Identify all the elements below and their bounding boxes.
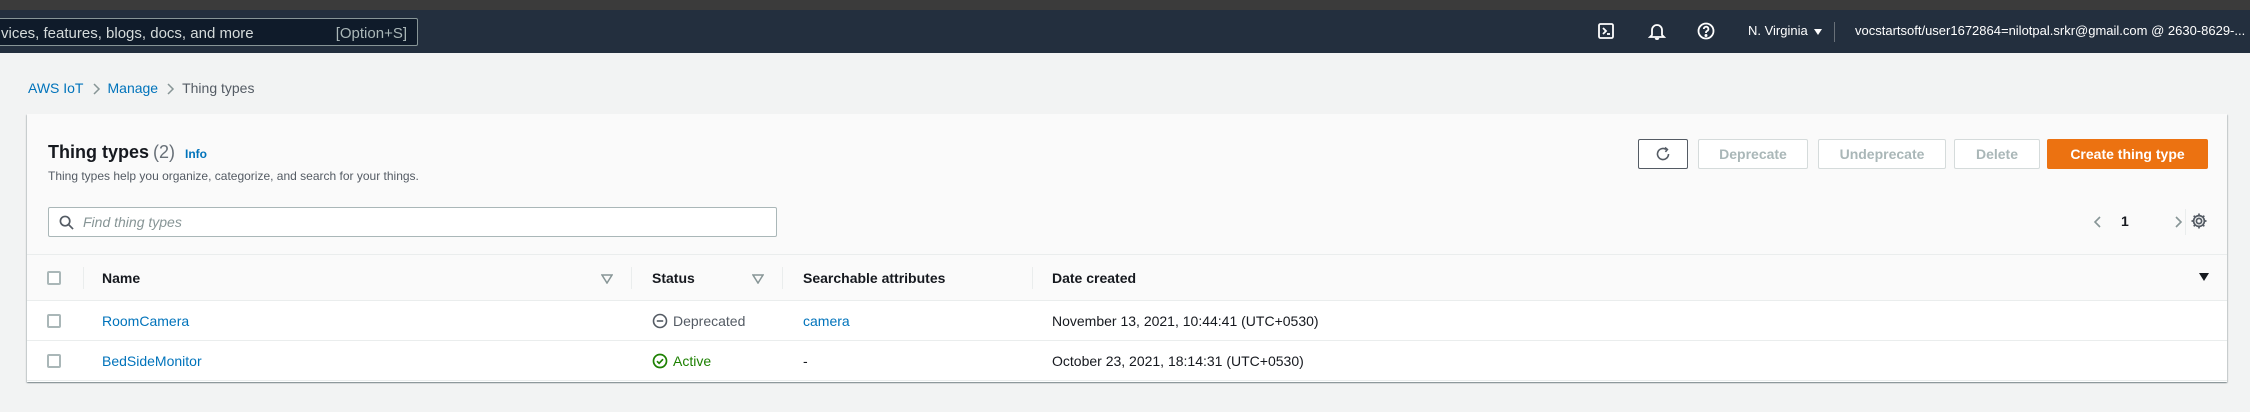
- current-page-number[interactable]: 1: [2121, 213, 2129, 229]
- account-label: vocstartsoft/user1672864=nilotpal.srkr@g…: [1855, 23, 2246, 38]
- refresh-button[interactable]: [1638, 139, 1688, 169]
- panel-description: Thing types help you organize, categoriz…: [48, 169, 419, 183]
- thing-type-name-link[interactable]: RoomCamera: [102, 313, 189, 329]
- top-navigation-bar: vices, features, blogs, docs, and more […: [0, 10, 2250, 53]
- table-row[interactable]: BedSideMonitor Active - October 23, 2021…: [27, 341, 2227, 381]
- status-text: Deprecated: [673, 313, 746, 329]
- undeprecate-button[interactable]: Undeprecate: [1818, 139, 1946, 169]
- thing-type-name-link[interactable]: BedSideMonitor: [102, 353, 202, 369]
- column-header-status[interactable]: Status: [652, 270, 695, 286]
- global-search-input[interactable]: vices, features, blogs, docs, and more […: [0, 18, 418, 46]
- date-created: October 23, 2021, 18:14:31 (UTC+0530): [1052, 353, 1304, 369]
- row-checkbox[interactable]: [47, 354, 61, 368]
- find-thing-types-input[interactable]: [83, 212, 763, 232]
- account-menu[interactable]: vocstartsoft/user1672864=nilotpal.srkr@g…: [1855, 23, 2250, 38]
- delete-button[interactable]: Delete: [1954, 139, 2040, 169]
- column-divider: [782, 267, 783, 289]
- cloudshell-icon[interactable]: [1596, 21, 1616, 41]
- panel-header: Thing types (2) Info Thing types help you …: [27, 114, 2227, 254]
- column-header-name[interactable]: Name: [102, 270, 140, 286]
- deprecate-button[interactable]: Deprecate: [1698, 139, 1808, 169]
- sort-icon[interactable]: [752, 274, 764, 284]
- next-page-button[interactable]: [2171, 211, 2185, 233]
- searchable-attributes: -: [803, 353, 808, 369]
- chevron-right-icon: [84, 80, 108, 96]
- info-link[interactable]: Info: [185, 147, 207, 161]
- search-shortcut: [Option+S]: [335, 25, 407, 42]
- breadcrumb-item-aws-iot[interactable]: AWS IoT: [28, 80, 84, 96]
- breadcrumb-current: Thing types: [182, 80, 255, 96]
- select-all-checkbox[interactable]: [47, 271, 61, 285]
- searchable-attribute-link[interactable]: camera: [803, 313, 850, 329]
- find-thing-types-filter: [48, 207, 777, 237]
- chevron-right-icon: [2175, 216, 2183, 228]
- item-count: (2): [153, 142, 176, 162]
- date-created: November 13, 2021, 10:44:41 (UTC+0530): [1052, 313, 1319, 329]
- sort-descending-icon[interactable]: [2199, 273, 2209, 281]
- check-circle-icon: [652, 353, 668, 369]
- help-icon[interactable]: [1696, 21, 1716, 41]
- topbar-divider: [1834, 22, 1835, 42]
- browser-strip: [0, 0, 2250, 10]
- search-placeholder: vices, features, blogs, docs, and more: [1, 25, 254, 42]
- search-icon: [59, 215, 74, 230]
- refresh-icon: [1656, 146, 1670, 161]
- chevron-left-icon: [2093, 216, 2101, 228]
- column-header-date-created[interactable]: Date created: [1052, 270, 1136, 286]
- column-divider: [83, 267, 84, 289]
- breadcrumb-item-manage[interactable]: Manage: [108, 80, 159, 96]
- chevron-down-icon: [1813, 28, 1822, 35]
- previous-page-button[interactable]: [2091, 211, 2105, 233]
- pager-divider: [2185, 209, 2186, 235]
- chevron-right-icon: [158, 80, 182, 96]
- column-divider: [1032, 267, 1033, 289]
- create-thing-type-button[interactable]: Create thing type: [2047, 139, 2208, 169]
- status-badge: Deprecated: [652, 313, 745, 329]
- title-text: Thing types: [48, 142, 150, 162]
- table-preferences-button[interactable]: [2190, 212, 2210, 232]
- column-divider: [631, 267, 632, 289]
- region-selector[interactable]: N. Virginia: [1748, 23, 1822, 38]
- deprecated-icon: [652, 313, 668, 329]
- column-header-searchable-attributes: Searchable attributes: [803, 270, 946, 286]
- table-row[interactable]: RoomCamera Deprecated camera November 13…: [27, 301, 2227, 341]
- thing-types-panel: Thing types (2) Info Thing types help you …: [27, 114, 2227, 382]
- breadcrumb: AWS IoT Manage Thing types: [28, 80, 254, 96]
- gear-icon: [2191, 213, 2207, 229]
- page-title: Thing types (2) Info: [48, 142, 207, 163]
- notifications-icon[interactable]: [1647, 21, 1667, 41]
- row-checkbox[interactable]: [47, 314, 61, 328]
- status-text: Active: [673, 353, 712, 369]
- sort-icon[interactable]: [601, 274, 613, 284]
- status-badge: Active: [652, 353, 711, 369]
- region-label: N. Virginia: [1748, 23, 1808, 38]
- table-header: Name Status Searchable attributes Date c…: [27, 254, 2227, 301]
